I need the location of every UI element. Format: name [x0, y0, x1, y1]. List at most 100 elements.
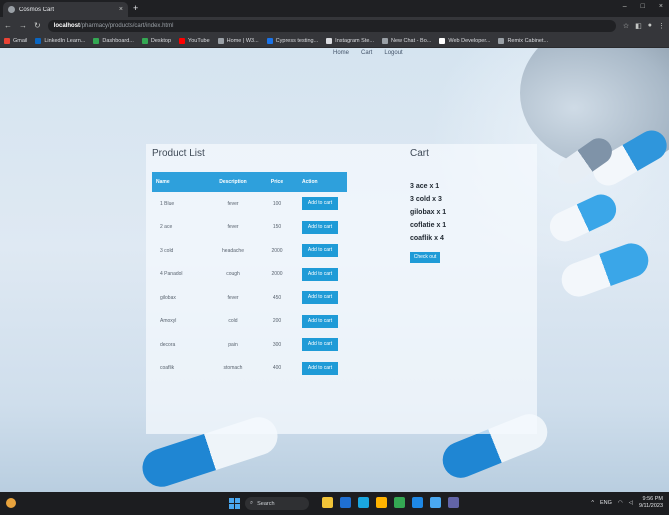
bookmark-item[interactable]: Cypress testing...: [266, 37, 318, 44]
close-window-icon[interactable]: ×: [659, 3, 663, 10]
product-price: 400: [272, 365, 282, 372]
table-row: 3 cold headache 2000 Add to cart: [152, 239, 347, 263]
windows-taskbar: ⌕ Search ^ ENG ◠ ◁ 9:56 PM 9/11/2023: [0, 492, 669, 515]
vscode-icon[interactable]: [412, 497, 423, 508]
cart-item: gilobax x 1: [410, 209, 447, 216]
store-icon[interactable]: [376, 497, 387, 508]
new-tab-button[interactable]: +: [133, 3, 138, 13]
minimize-icon[interactable]: –: [623, 3, 627, 10]
weather-widget-icon[interactable]: [6, 498, 16, 508]
bookmark-label: Desktop: [150, 37, 172, 44]
language-indicator[interactable]: ENG: [600, 500, 612, 506]
product-name: decora: [160, 341, 176, 348]
product-table-body: 1 Blue fever 100 Add to cart 2 ace fever 150 Ad…: [152, 192, 347, 380]
system-tray: ^ ENG ◠ ◁ 9:56 PM 9/11/2023: [591, 496, 663, 510]
product-table-header: Name Description Price Action: [152, 172, 347, 192]
file-explorer-icon[interactable]: [322, 497, 333, 508]
nav-home-link[interactable]: Home: [333, 50, 349, 56]
back-icon[interactable]: ←: [4, 21, 12, 30]
taskbar-search[interactable]: ⌕ Search: [245, 497, 309, 510]
wifi-icon[interactable]: ◠: [618, 500, 623, 506]
add-to-cart-button[interactable]: Add to cart: [302, 197, 338, 211]
bookmark-item[interactable]: Desktop: [141, 37, 172, 44]
site-favicon-icon: [8, 6, 15, 13]
action-cell: Add to cart: [292, 244, 347, 258]
profile-icon[interactable]: ●: [648, 22, 652, 30]
forward-icon[interactable]: →: [19, 21, 27, 30]
nav-logout-link[interactable]: Logout: [384, 50, 402, 56]
toolbar-actions: ☆ ◧ ● ⋮: [623, 22, 665, 30]
address-bar[interactable]: localhost /pharmacy/products/cart/index.…: [47, 19, 616, 32]
edge-icon[interactable]: [358, 497, 369, 508]
browser-tab[interactable]: Cosmos Cart ×: [3, 2, 128, 17]
product-name: coaflik: [160, 365, 175, 372]
product-description: headache: [222, 247, 244, 254]
bookmark-star-icon[interactable]: ☆: [623, 22, 629, 30]
nav-cart-link[interactable]: Cart: [361, 50, 372, 56]
browser-tab-bar: Cosmos Cart × + – □ ×: [0, 0, 669, 17]
chevron-up-icon[interactable]: ^: [591, 500, 594, 506]
bookmark-favicon-icon: [4, 37, 10, 44]
bookmark-item[interactable]: LinkedIn Learn...: [35, 37, 85, 44]
cart-item: coaflik x 4: [410, 235, 444, 242]
product-price: 150: [272, 224, 282, 231]
bookmark-label: Remix Cabinet...: [507, 37, 549, 44]
action-cell: Add to cart: [292, 361, 347, 375]
bookmark-item[interactable]: Instagram Ste...: [326, 37, 374, 44]
product-price: 2000: [271, 247, 283, 254]
clock[interactable]: 9:56 PM 9/11/2023: [639, 496, 663, 510]
bookmark-item[interactable]: Gmail: [4, 37, 28, 44]
checkout-button[interactable]: Check out: [410, 252, 440, 263]
bookmark-favicon-icon: [382, 37, 388, 44]
bookmark-favicon-icon: [326, 37, 333, 44]
reload-icon[interactable]: ↻: [34, 21, 41, 30]
bookmark-item[interactable]: Dashboard...: [93, 37, 134, 44]
action-cell: Add to cart: [292, 220, 347, 234]
product-price: 100: [272, 200, 282, 207]
product-table: Name Description Price Action 1 Blue feve…: [152, 172, 347, 380]
add-to-cart-button[interactable]: Add to cart: [302, 220, 338, 234]
bookmark-item[interactable]: Remix Cabinet...: [498, 37, 549, 44]
pinned-apps: [322, 497, 459, 508]
maximize-icon[interactable]: □: [641, 3, 645, 10]
bookmark-label: Instagram Ste...: [335, 37, 374, 44]
close-tab-icon[interactable]: ×: [119, 6, 123, 13]
add-to-cart-button[interactable]: Add to cart: [302, 267, 338, 281]
bookmark-item[interactable]: New Chat - Bo...: [382, 37, 432, 44]
cart-item: coflatie x 1: [410, 222, 447, 229]
bookmark-favicon-icon: [266, 37, 273, 44]
add-to-cart-button[interactable]: Add to cart: [302, 314, 338, 328]
menu-icon[interactable]: ⋮: [658, 22, 665, 30]
bookmarks-bar: Gmail LinkedIn Learn... Dashboard... Deskto…: [0, 34, 669, 48]
search-icon: ⌕: [250, 500, 254, 506]
chrome-icon[interactable]: [394, 497, 405, 508]
bookmark-favicon-icon: [35, 37, 42, 44]
mail-icon[interactable]: [340, 497, 351, 508]
bookmark-item[interactable]: YouTube: [179, 37, 210, 44]
terminal-icon[interactable]: [430, 497, 441, 508]
bookmark-item[interactable]: Web Developer...: [439, 37, 490, 44]
volume-icon[interactable]: ◁: [629, 500, 633, 506]
bookmark-label: New Chat - Bo...: [391, 37, 432, 44]
start-menu-icon[interactable]: [229, 498, 240, 509]
product-name: 3 cold: [160, 247, 174, 254]
extensions-icon[interactable]: ◧: [635, 22, 642, 30]
add-to-cart-button[interactable]: Add to cart: [302, 244, 338, 258]
add-to-cart-button[interactable]: Add to cart: [302, 291, 338, 305]
content-panel: Product List Name Description Price Acti…: [146, 144, 537, 434]
bookmark-item[interactable]: Home | W3...: [217, 37, 259, 44]
header-action: Action: [302, 179, 318, 185]
tab-title: Cosmos Cart: [19, 6, 55, 13]
product-name: 2 ace: [160, 224, 173, 231]
bookmark-label: Gmail: [13, 37, 28, 44]
clock-date: 9/11/2023: [638, 503, 663, 509]
action-cell: Add to cart: [292, 267, 347, 281]
teams-icon[interactable]: [448, 497, 459, 508]
address-path: /pharmacy/products/cart/index.html: [80, 22, 174, 29]
table-row: coaflik stomach 400 Add to cart: [152, 357, 347, 381]
top-nav: Home Cart Logout: [333, 50, 403, 56]
browser-toolbar: ← → ↻ localhost /pharmacy/products/cart/…: [0, 17, 669, 34]
table-row: Amoxyl cold 200 Add to cart: [152, 310, 347, 334]
add-to-cart-button[interactable]: Add to cart: [302, 338, 338, 352]
add-to-cart-button[interactable]: Add to cart: [302, 361, 338, 375]
